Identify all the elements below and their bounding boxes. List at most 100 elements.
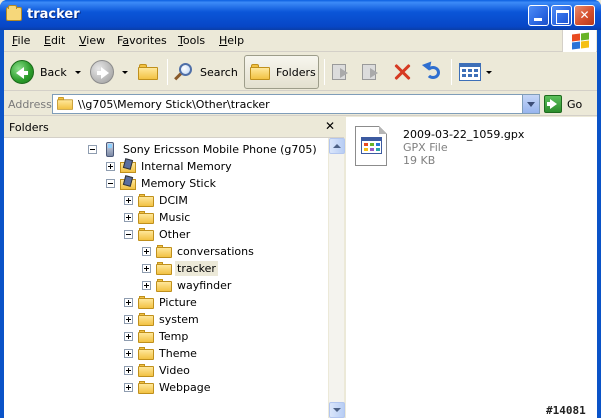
vertical-scrollbar[interactable] bbox=[328, 138, 345, 418]
tree-item[interactable]: Temp bbox=[4, 328, 328, 345]
windows-logo-icon bbox=[562, 30, 596, 52]
tree-item-label: Webpage bbox=[159, 381, 211, 394]
back-arrow-icon bbox=[10, 60, 34, 84]
views-button[interactable] bbox=[459, 57, 492, 87]
menu-bar: File Edit View Favorites Tools Help bbox=[4, 30, 597, 52]
folders-pane-header: Folders ✕ bbox=[4, 117, 344, 138]
tree-item-label: DCIM bbox=[159, 194, 188, 207]
menu-file[interactable]: File bbox=[12, 34, 30, 47]
title-bar[interactable]: tracker ✕ bbox=[0, 0, 601, 30]
tree-item[interactable]: tracker bbox=[4, 260, 328, 277]
address-input[interactable]: \\g705\Memory Stick\Other\tracker bbox=[52, 94, 540, 114]
expand-icon[interactable] bbox=[142, 264, 151, 273]
gpx-file-icon bbox=[355, 126, 387, 166]
forward-arrow-icon bbox=[90, 60, 114, 84]
views-dropdown-icon[interactable] bbox=[486, 70, 492, 74]
expand-icon[interactable] bbox=[124, 332, 133, 341]
memory-stick-icon bbox=[120, 175, 136, 191]
tree-item[interactable]: system bbox=[4, 311, 328, 328]
tree-item-label: tracker bbox=[175, 261, 218, 276]
expand-icon[interactable] bbox=[142, 281, 151, 290]
close-pane-icon[interactable]: ✕ bbox=[323, 119, 337, 133]
up-folder-button[interactable] bbox=[138, 57, 158, 87]
delete-icon bbox=[392, 62, 412, 82]
expand-icon[interactable] bbox=[142, 247, 151, 256]
expand-icon[interactable] bbox=[124, 366, 133, 375]
tree-item-label: wayfinder bbox=[177, 279, 232, 292]
search-button[interactable]: Search bbox=[174, 57, 238, 87]
tree-item[interactable]: Video bbox=[4, 362, 328, 379]
tree-item[interactable]: conversations bbox=[4, 243, 328, 260]
folder-icon bbox=[57, 97, 73, 110]
watermark: #14081 bbox=[546, 404, 586, 417]
tree-item[interactable]: wayfinder bbox=[4, 277, 328, 294]
copy-to-button[interactable] bbox=[360, 57, 382, 87]
expand-icon[interactable] bbox=[124, 298, 133, 307]
expand-icon[interactable] bbox=[106, 162, 115, 171]
tree-item[interactable]: Music bbox=[4, 209, 328, 226]
toolbar: Back Search Folders bbox=[4, 53, 597, 91]
folder-icon bbox=[6, 5, 22, 21]
expand-icon[interactable] bbox=[124, 315, 133, 324]
tree-item[interactable]: Internal Memory bbox=[4, 158, 328, 175]
folder-icon bbox=[156, 278, 172, 293]
expand-icon[interactable] bbox=[124, 383, 133, 392]
folders-icon bbox=[250, 64, 270, 80]
folder-icon bbox=[138, 346, 154, 361]
expand-icon[interactable] bbox=[124, 196, 133, 205]
folder-icon bbox=[138, 380, 154, 395]
memory-icon bbox=[120, 158, 136, 174]
tree-item[interactable]: Webpage bbox=[4, 379, 328, 396]
close-button[interactable]: ✕ bbox=[574, 5, 595, 26]
folder-icon bbox=[138, 329, 154, 344]
forward-button[interactable] bbox=[90, 57, 128, 87]
collapse-icon[interactable] bbox=[106, 179, 115, 188]
collapse-icon[interactable] bbox=[124, 230, 133, 239]
address-bar: Address \\g705\Memory Stick\Other\tracke… bbox=[4, 92, 597, 116]
address-label: Address bbox=[8, 98, 52, 111]
tree-item-label: Internal Memory bbox=[141, 160, 232, 173]
go-button[interactable]: Go bbox=[544, 94, 582, 114]
folders-button[interactable]: Folders bbox=[244, 55, 319, 89]
back-dropdown-icon[interactable] bbox=[74, 70, 81, 74]
menu-edit[interactable]: Edit bbox=[44, 34, 65, 47]
scroll-up-button[interactable] bbox=[329, 138, 345, 154]
tree-item[interactable]: Picture bbox=[4, 294, 328, 311]
folder-tree: Sony Ericsson Mobile Phone (g705) Interna… bbox=[4, 138, 328, 418]
maximize-button[interactable] bbox=[551, 5, 572, 26]
undo-icon bbox=[421, 61, 444, 82]
tree-item[interactable]: Memory Stick bbox=[4, 175, 328, 192]
file-size: 19 KB bbox=[403, 154, 436, 167]
forward-dropdown-icon[interactable] bbox=[122, 70, 128, 74]
scroll-down-button[interactable] bbox=[329, 402, 345, 418]
toolbar-separator bbox=[451, 59, 452, 85]
delete-button[interactable] bbox=[392, 57, 412, 87]
move-to-button[interactable] bbox=[330, 57, 352, 87]
window-title: tracker bbox=[27, 7, 80, 22]
expand-icon[interactable] bbox=[124, 349, 133, 358]
menu-help[interactable]: Help bbox=[219, 34, 244, 47]
folders-pane: Folders ✕ Sony Ericsson Mobile Phone (g7… bbox=[4, 117, 345, 418]
menu-view[interactable]: View bbox=[79, 34, 105, 47]
address-dropdown-button[interactable] bbox=[522, 95, 539, 113]
folder-icon bbox=[138, 210, 154, 225]
collapse-icon[interactable] bbox=[88, 145, 97, 154]
tree-item[interactable]: Theme bbox=[4, 345, 328, 362]
move-to-icon bbox=[330, 62, 352, 82]
undo-button[interactable] bbox=[421, 57, 444, 87]
back-button[interactable]: Back bbox=[10, 57, 81, 87]
minimize-button[interactable] bbox=[528, 5, 549, 26]
folder-icon bbox=[138, 312, 154, 327]
folder-icon bbox=[138, 295, 154, 310]
tree-item-label: system bbox=[159, 313, 199, 326]
tree-item[interactable]: DCIM bbox=[4, 192, 328, 209]
tree-item-label: Memory Stick bbox=[141, 177, 217, 190]
menu-tools[interactable]: Tools bbox=[178, 34, 205, 47]
menu-favorites[interactable]: Favorites bbox=[117, 34, 167, 47]
expand-icon[interactable] bbox=[124, 213, 133, 222]
folder-icon bbox=[138, 363, 154, 378]
tree-item[interactable]: Other bbox=[4, 226, 328, 243]
tree-item-label: Other bbox=[159, 228, 191, 241]
tree-item[interactable]: Sony Ericsson Mobile Phone (g705) bbox=[4, 141, 328, 158]
file-item[interactable]: 2009-03-22_1059.gpx GPX File 19 KB bbox=[355, 124, 585, 174]
